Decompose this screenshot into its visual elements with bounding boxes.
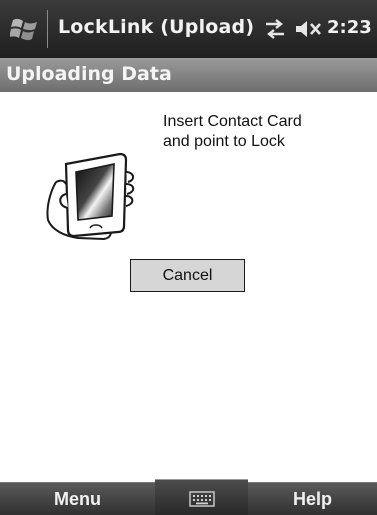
- instruction-text: Insert Contact Card and point to Lock: [163, 113, 302, 150]
- page-title: Uploading Data: [6, 63, 172, 85]
- softkey-bar: Menu Help: [0, 479, 377, 515]
- title-divider: [47, 10, 48, 48]
- help-softkey[interactable]: Help: [248, 483, 377, 515]
- keyboard-icon: [188, 490, 215, 507]
- connectivity-arrows-icon[interactable]: [262, 16, 288, 42]
- page-header: Uploading Data: [0, 58, 377, 92]
- clock[interactable]: 2:23: [327, 17, 372, 38]
- device-screen: LockLink (Upload) 2:23 Uploading Data In…: [0, 0, 377, 515]
- app-title: LockLink (Upload): [58, 16, 255, 38]
- cancel-button[interactable]: Cancel: [130, 259, 245, 292]
- input-panel-button[interactable]: [155, 479, 248, 515]
- volume-muted-icon[interactable]: [294, 18, 324, 40]
- menu-softkey[interactable]: Menu: [0, 483, 155, 515]
- title-bar: LockLink (Upload) 2:23: [0, 0, 377, 58]
- windows-start-flag-icon[interactable]: [10, 14, 40, 44]
- handheld-device-in-hand-icon: [46, 152, 135, 240]
